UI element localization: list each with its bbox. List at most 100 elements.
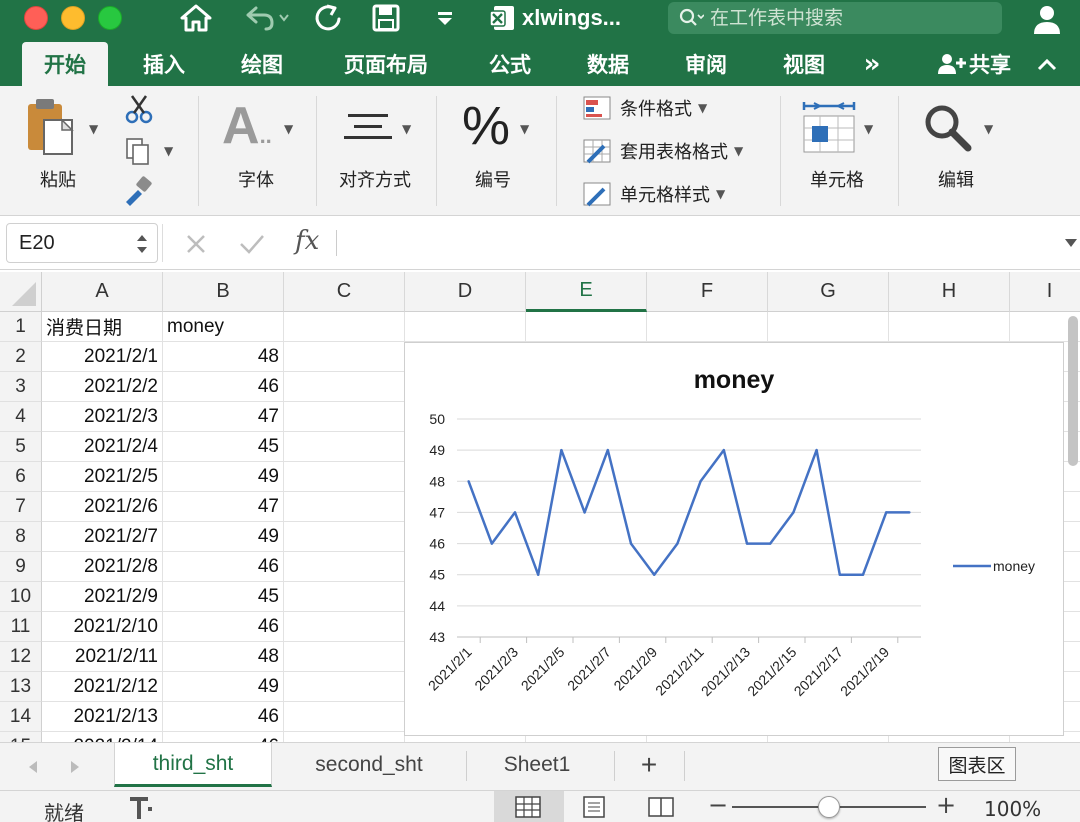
table-cell-empty[interactable] — [284, 312, 405, 342]
row-header[interactable]: 12 — [0, 642, 42, 672]
table-cell-empty[interactable] — [284, 402, 405, 432]
find-icon[interactable] — [922, 102, 974, 154]
redo-icon[interactable] — [308, 0, 348, 36]
cell-style-button[interactable]: 单元格样式 ▼ — [582, 178, 725, 210]
column-header-d[interactable]: D — [405, 272, 526, 312]
more-tabs-button[interactable]: » — [852, 42, 892, 86]
search-input[interactable] — [710, 7, 990, 29]
tab-review[interactable]: 审阅 — [666, 42, 746, 86]
row-header[interactable]: 11 — [0, 612, 42, 642]
table-cell-a[interactable]: 2021/2/7 — [42, 522, 163, 552]
format-painter-icon[interactable] — [122, 176, 154, 206]
confirm-entry-icon[interactable] — [238, 232, 266, 256]
column-header-c[interactable]: C — [284, 272, 405, 312]
select-all-corner[interactable] — [0, 272, 42, 312]
table-cell-a[interactable]: 2021/2/2 — [42, 372, 163, 402]
font-options-icon[interactable]: ▼ — [284, 122, 293, 136]
table-cell-empty[interactable] — [284, 732, 405, 742]
table-cell-b[interactable]: 46 — [163, 702, 284, 732]
table-cell-b[interactable]: 45 — [163, 432, 284, 462]
tab-formulas[interactable]: 公式 — [470, 42, 550, 86]
column-header-g[interactable]: G — [768, 272, 889, 312]
row-header[interactable]: 2 — [0, 342, 42, 372]
table-cell-empty[interactable] — [647, 312, 768, 342]
row-header[interactable]: 8 — [0, 522, 42, 552]
sheet-tab-third-sht[interactable]: third_sht — [114, 743, 272, 787]
table-cell-b[interactable]: 48 — [163, 342, 284, 372]
table-cell-a[interactable]: 2021/2/3 — [42, 402, 163, 432]
table-cell-b[interactable]: 46 — [163, 372, 284, 402]
row-header[interactable]: 7 — [0, 492, 42, 522]
table-cell-empty[interactable] — [284, 702, 405, 732]
column-header-e[interactable]: E — [526, 272, 647, 312]
table-cell-empty[interactable] — [889, 312, 1010, 342]
expand-formula-icon[interactable] — [1064, 236, 1078, 250]
table-cell-empty[interactable] — [284, 552, 405, 582]
table-cell-a[interactable]: 消费日期 — [42, 312, 163, 342]
chart-area[interactable]: money 43 44 45 46 47 48 49 50 2021/2/1 2021/2/3 202… — [404, 342, 1064, 736]
sheet-tab-second-sht[interactable]: second_sht — [288, 743, 450, 787]
table-cell-empty[interactable] — [284, 582, 405, 612]
zoom-out-button[interactable]: − — [708, 791, 728, 819]
close-window-button[interactable] — [24, 6, 48, 30]
table-cell-a[interactable]: 2021/2/11 — [42, 642, 163, 672]
vertical-scrollbar[interactable] — [1068, 316, 1078, 466]
prev-sheet-icon[interactable] — [26, 759, 40, 775]
paste-options-icon[interactable]: ▼ — [89, 122, 98, 136]
row-header[interactable]: 14 — [0, 702, 42, 732]
minimize-window-button[interactable] — [61, 6, 85, 30]
macro-record-icon[interactable] — [126, 795, 158, 821]
table-cell-b[interactable]: 46 — [163, 732, 284, 742]
name-box-stepper-icon[interactable] — [135, 232, 149, 256]
number-options-icon[interactable]: ▼ — [520, 122, 529, 136]
copy-icon[interactable] — [124, 136, 152, 166]
line-chart[interactable]: money43444546474849502021/2/12021/2/3202… — [405, 343, 1063, 735]
table-cell-empty[interactable] — [284, 642, 405, 672]
zoom-level[interactable]: 100% — [984, 797, 1041, 821]
search-box[interactable] — [668, 2, 1002, 34]
copy-options-icon[interactable]: ▼ — [164, 144, 173, 158]
tab-home[interactable]: 开始 — [22, 42, 108, 86]
table-cell-b[interactable]: 47 — [163, 402, 284, 432]
zoom-slider-knob[interactable] — [818, 796, 840, 818]
save-icon[interactable] — [366, 0, 406, 36]
page-layout-view-icon[interactable] — [580, 795, 608, 819]
undo-icon[interactable] — [238, 0, 294, 36]
table-cell-b[interactable]: 49 — [163, 462, 284, 492]
table-cell-a[interactable]: 2021/2/5 — [42, 462, 163, 492]
row-header[interactable]: 3 — [0, 372, 42, 402]
percent-icon[interactable]: % — [462, 96, 510, 156]
table-cell-empty[interactable] — [284, 372, 405, 402]
cells-icon[interactable] — [800, 100, 858, 156]
conditional-format-button[interactable]: 条件格式 ▼ — [582, 92, 707, 124]
table-cell-empty[interactable] — [284, 432, 405, 462]
row-header[interactable]: 15 — [0, 732, 42, 742]
zoom-window-button[interactable] — [98, 6, 122, 30]
page-break-view-icon[interactable] — [646, 795, 676, 819]
table-cell-a[interactable]: 2021/2/1 — [42, 342, 163, 372]
table-cell-a[interactable]: 2021/2/10 — [42, 612, 163, 642]
row-header[interactable]: 6 — [0, 462, 42, 492]
row-header[interactable]: 9 — [0, 552, 42, 582]
next-sheet-icon[interactable] — [68, 759, 82, 775]
font-icon[interactable]: A.. — [222, 100, 272, 162]
table-cell-a[interactable]: 2021/2/12 — [42, 672, 163, 702]
table-cell-b[interactable]: 49 — [163, 522, 284, 552]
sheet-tab-sheet1[interactable]: Sheet1 — [476, 743, 598, 787]
insert-function-button[interactable]: fx — [295, 226, 319, 256]
table-cell-a[interactable]: 2021/2/9 — [42, 582, 163, 612]
table-cell-empty[interactable] — [526, 312, 647, 342]
collapse-ribbon-icon[interactable] — [1030, 42, 1064, 86]
name-box[interactable]: E20 — [6, 223, 158, 263]
row-header[interactable]: 13 — [0, 672, 42, 702]
row-header[interactable]: 1 — [0, 312, 42, 342]
table-cell-b[interactable]: 48 — [163, 642, 284, 672]
table-cell-empty[interactable] — [284, 672, 405, 702]
tab-view[interactable]: 视图 — [764, 42, 844, 86]
tab-insert[interactable]: 插入 — [124, 42, 204, 86]
table-cell-b[interactable]: 46 — [163, 552, 284, 582]
cut-icon[interactable] — [124, 94, 154, 124]
user-account-icon[interactable] — [1030, 2, 1064, 36]
align-options-icon[interactable]: ▼ — [402, 122, 411, 136]
home-icon[interactable] — [176, 0, 216, 36]
